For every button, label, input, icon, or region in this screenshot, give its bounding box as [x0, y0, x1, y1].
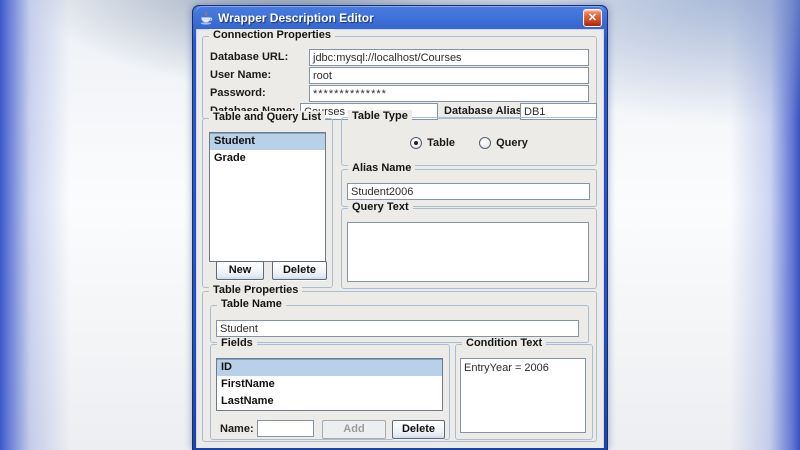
list-item-id[interactable]: ID [217, 359, 442, 376]
table-type-radio-row: Table Query [342, 137, 596, 149]
group-title: Table Name [217, 298, 286, 310]
list-item-grade[interactable]: Grade [210, 150, 325, 167]
desktop-background: Wrapper Description Editor ✕ Connection … [0, 0, 800, 450]
delete-table-button[interactable]: Delete [272, 261, 327, 280]
close-button[interactable]: ✕ [583, 9, 602, 27]
window-titlebar[interactable]: Wrapper Description Editor ✕ [196, 6, 604, 29]
table-and-query-list-group: Table and Query List Student Grade New D… [202, 118, 333, 288]
user-name-label: User Name: [210, 67, 271, 84]
alias-name-input[interactable]: Student2006 [347, 183, 590, 200]
table-type-group: Table Type Table Query [341, 117, 597, 166]
group-title: Connection Properties [209, 29, 335, 41]
table-query-listbox[interactable]: Student Grade [209, 132, 326, 262]
database-url-label: Database URL: [210, 49, 288, 66]
database-url-input[interactable]: jdbc:mysql://localhost/Courses [309, 49, 589, 66]
window-title: Wrapper Description Editor [218, 11, 374, 25]
group-title: Condition Text [462, 337, 546, 349]
radio-selected-icon [410, 137, 422, 149]
table-properties-group: Table Properties Table Name Student Fiel… [202, 291, 597, 442]
condition-text-area[interactable]: EntryYear = 2006 [460, 358, 586, 433]
list-item-lastname[interactable]: LastName [217, 393, 442, 410]
field-name-input[interactable] [257, 420, 314, 437]
radio-query-label: Query [496, 137, 528, 149]
connection-properties-group: Connection Properties Database URL: jdbc… [202, 36, 597, 119]
radio-table[interactable]: Table [410, 137, 455, 149]
close-icon: ✕ [588, 12, 597, 24]
table-name-input[interactable]: Student [216, 320, 579, 337]
wrapper-description-editor-window: Wrapper Description Editor ✕ Connection … [192, 5, 608, 450]
radio-unselected-icon [479, 137, 491, 149]
group-title: Alias Name [348, 162, 415, 174]
radio-table-label: Table [427, 137, 455, 149]
java-app-icon [199, 11, 213, 25]
fields-listbox[interactable]: ID FirstName LastName [216, 358, 443, 411]
list-item-student[interactable]: Student [210, 133, 325, 150]
password-input[interactable]: ************** [309, 85, 589, 102]
add-field-button[interactable]: Add [322, 420, 386, 439]
group-title: Table Type [348, 110, 412, 122]
group-title: Query Text [348, 201, 413, 213]
list-item-firstname[interactable]: FirstName [217, 376, 442, 393]
group-title: Fields [217, 337, 257, 349]
delete-field-button[interactable]: Delete [392, 420, 445, 439]
query-text-group: Query Text [341, 208, 597, 289]
fields-group: Fields ID FirstName LastName Name: Add D… [210, 344, 450, 440]
group-title: Table and Query List [209, 111, 325, 123]
field-name-label: Name: [220, 420, 254, 438]
group-title: Table Properties [209, 284, 302, 296]
radio-query[interactable]: Query [479, 137, 528, 149]
user-name-input[interactable]: root [309, 67, 589, 84]
query-text-area[interactable] [347, 222, 589, 282]
password-label: Password: [210, 85, 266, 102]
new-button[interactable]: New [216, 261, 264, 280]
dialog-content: Connection Properties Database URL: jdbc… [196, 29, 604, 448]
condition-text-group: Condition Text EntryYear = 2006 [455, 344, 593, 440]
